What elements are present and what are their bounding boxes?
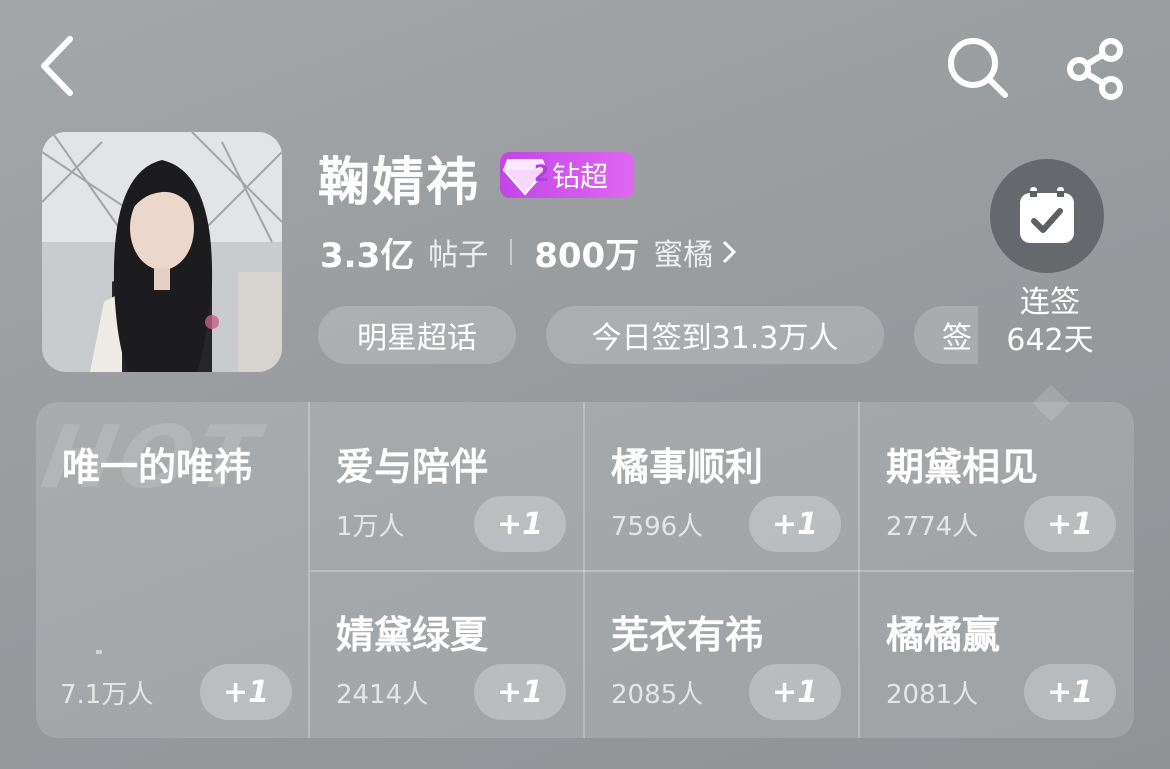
- group-name: 爱与陪伴: [336, 445, 489, 489]
- checkin-line2: 642天: [1006, 323, 1094, 358]
- checkin-button[interactable]: [990, 159, 1104, 273]
- group-name: 橘事顺利: [611, 445, 764, 489]
- checkin-line1: 连签: [1020, 285, 1080, 320]
- divider: [510, 239, 513, 265]
- group-count: 2774人: [886, 512, 979, 542]
- group-count: 2414人: [336, 680, 429, 710]
- group-name: 橘橘赢: [886, 613, 1001, 657]
- tag-checkin-count[interactable]: 今日签到31.3万人: [546, 306, 884, 364]
- group-cell[interactable]: 期黛相见 2774人 +1: [860, 402, 1134, 570]
- stats-row[interactable]: 3.3亿 帖子 800万 蜜橘: [320, 228, 737, 276]
- group-name: 婧黛绿夏: [336, 613, 489, 657]
- group-name: 芜衣有祎: [611, 613, 764, 657]
- plus-one-button[interactable]: +1: [749, 496, 841, 552]
- diamond-icon: 2: [500, 152, 550, 198]
- group-count: 7596人: [611, 512, 704, 542]
- back-button[interactable]: [28, 32, 84, 100]
- tag-truncated[interactable]: 签: [914, 306, 978, 364]
- group-count: 2085人: [611, 680, 704, 710]
- hot-plus-one-button[interactable]: +1: [200, 664, 292, 720]
- avatar[interactable]: [42, 132, 282, 372]
- search-button[interactable]: [940, 32, 1014, 102]
- badge-label: 钻超: [552, 160, 609, 193]
- group-count: 2081人: [886, 680, 979, 710]
- share-icon: [1067, 38, 1123, 100]
- checkin-streak: 连签 642天: [990, 284, 1110, 360]
- plus-one-button[interactable]: +1: [1024, 664, 1116, 720]
- group-cell[interactable]: 爱与陪伴 1万人 +1: [310, 402, 584, 570]
- group-cell[interactable]: 婧黛绿夏 2414人 +1: [310, 570, 584, 738]
- badge-level: 2: [534, 162, 550, 187]
- tag-star-topic[interactable]: 明星超话: [318, 306, 516, 364]
- level-badge[interactable]: 2 钻超: [500, 152, 634, 198]
- group-name: 期黛相见: [886, 445, 1039, 489]
- group-cell[interactable]: 橘橘赢 2081人 +1: [860, 570, 1134, 738]
- hot-group-name[interactable]: 唯一的唯祎: [62, 436, 252, 491]
- plus-one-button[interactable]: +1: [474, 664, 566, 720]
- groups-panel: HOT 唯一的唯祎 7.1万人 +1 爱与陪伴 1万人 +1 橘事顺利 7596…: [36, 402, 1134, 738]
- fans-value: 800万: [534, 235, 640, 276]
- hot-group-count: 7.1万人: [60, 680, 154, 710]
- posts-label: 帖子: [428, 238, 489, 273]
- posts-value: 3.3亿: [320, 235, 415, 276]
- fans-label: 蜜橘: [653, 238, 714, 273]
- chevron-left-icon: [41, 36, 73, 96]
- calendar-check-icon: [1020, 187, 1074, 243]
- plus-one-button[interactable]: +1: [1024, 496, 1116, 552]
- plus-one-button[interactable]: +1: [474, 496, 566, 552]
- plus-one-button[interactable]: +1: [749, 664, 841, 720]
- page-title: 鞠婧祎: [318, 153, 481, 213]
- search-icon: [948, 38, 1008, 98]
- decor-dot: [96, 650, 102, 654]
- chevron-right-icon: [723, 240, 737, 264]
- group-count: 1万人: [336, 512, 405, 542]
- group-cell[interactable]: 橘事顺利 7596人 +1: [585, 402, 859, 570]
- group-cell[interactable]: 芜衣有祎 2085人 +1: [585, 570, 859, 738]
- share-button[interactable]: [1060, 34, 1132, 104]
